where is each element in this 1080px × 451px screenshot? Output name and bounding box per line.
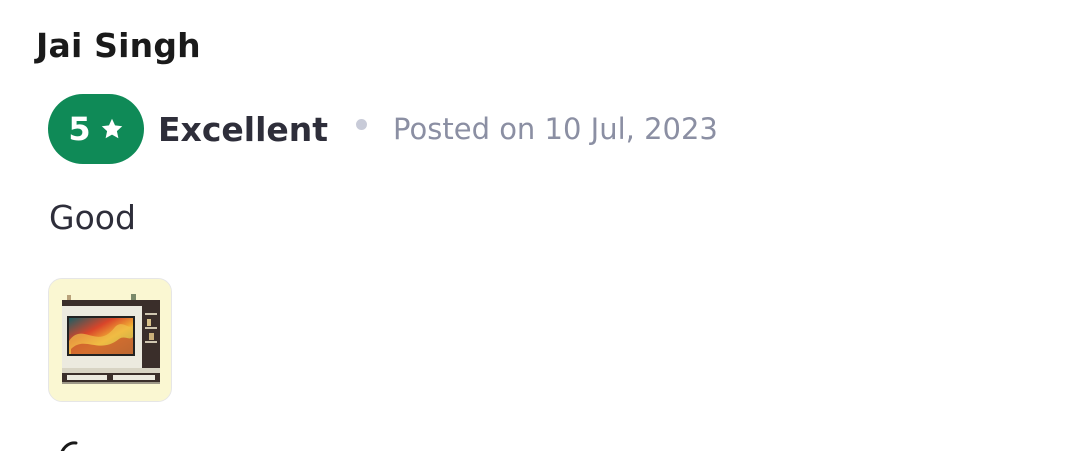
review-text: Good: [49, 198, 136, 237]
reviewer-name: Jai Singh: [36, 26, 201, 65]
review-photo-thumbnail[interactable]: [48, 278, 172, 402]
tv-unit-product-photo: [49, 279, 171, 401]
star-icon: [101, 118, 122, 139]
posted-date: Posted on 10 Jul, 2023: [393, 112, 718, 146]
rating-label: Excellent: [158, 109, 329, 149]
rating-row: 5 Excellent Posted on 10 Jul, 2023: [48, 94, 718, 164]
separator-dot: [356, 118, 368, 130]
partial-icon: [60, 441, 78, 451]
rating-value: 5: [68, 110, 91, 148]
rating-badge: 5: [48, 94, 144, 164]
review-card: Jai Singh 5 Excellent Posted on 10 Jul, …: [0, 0, 1080, 451]
